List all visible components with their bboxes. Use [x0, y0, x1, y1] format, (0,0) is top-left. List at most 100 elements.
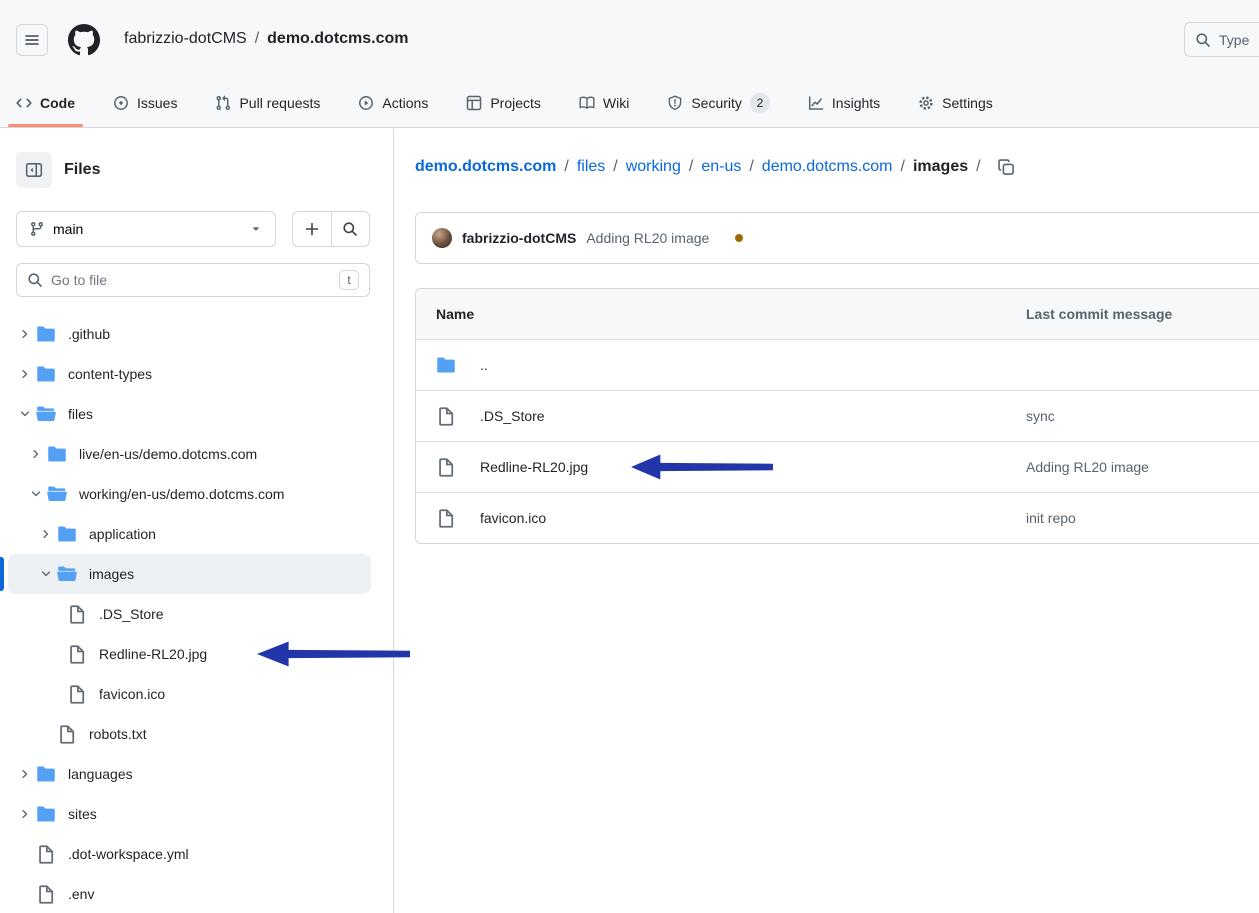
- folder-icon: [57, 524, 77, 544]
- tree-item-label: images: [89, 566, 134, 582]
- folder-open-icon: [36, 404, 56, 424]
- tree-item-label: .env: [68, 886, 94, 902]
- file-icon: [436, 508, 456, 528]
- tab-projects[interactable]: Projects: [454, 79, 553, 127]
- branch-selector[interactable]: main: [16, 211, 276, 247]
- go-to-file-input[interactable]: [51, 272, 331, 288]
- last-commit-message[interactable]: Adding RL20 image: [1026, 459, 1259, 475]
- tree-item-env[interactable]: .env: [0, 874, 393, 913]
- folder-icon: [436, 355, 456, 375]
- add-file-button[interactable]: [293, 212, 332, 246]
- search-icon: [342, 221, 358, 237]
- projects-table-icon: [466, 95, 482, 111]
- commit-author-avatar[interactable]: [432, 228, 452, 248]
- tab-label: Settings: [942, 95, 993, 111]
- search-icon: [27, 272, 43, 288]
- tree-item-languages[interactable]: languages: [0, 754, 393, 794]
- repo-context-breadcrumb: fabrizzio-dotCMS / demo.dotcms.com: [124, 30, 409, 48]
- global-search-input[interactable]: Type: [1184, 22, 1259, 57]
- copy-path-icon[interactable]: [997, 158, 1015, 176]
- tree-item-working-en-us[interactable]: working/en-us/demo.dotcms.com: [0, 474, 393, 514]
- commit-message[interactable]: Adding RL20 image: [586, 230, 709, 246]
- breadcrumb-current-images: images: [913, 158, 968, 176]
- tab-issues[interactable]: Issues: [101, 79, 189, 127]
- table-row-ds-store[interactable]: .DS_Store sync: [416, 390, 1259, 441]
- tree-item-sites[interactable]: sites: [0, 794, 393, 834]
- breadcrumb-separator: /: [564, 158, 568, 176]
- commit-status-pending-icon[interactable]: [735, 234, 743, 242]
- breadcrumb-working[interactable]: working: [626, 158, 681, 176]
- tree-item-ds-store[interactable]: .DS_Store: [0, 594, 393, 634]
- repo-name-link[interactable]: demo.dotcms.com: [267, 30, 408, 48]
- table-row-favicon[interactable]: favicon.ico init repo: [416, 492, 1259, 543]
- file-name[interactable]: ..: [480, 357, 488, 373]
- tree-item-label: .DS_Store: [99, 606, 164, 622]
- file-list-table: Name Last commit message .. .DS_Store sy…: [415, 288, 1259, 544]
- github-logo-icon[interactable]: [68, 24, 100, 56]
- search-files-button[interactable]: [332, 212, 370, 246]
- tab-security[interactable]: Security 2: [655, 79, 782, 127]
- tree-item-images-selected[interactable]: images: [0, 554, 393, 594]
- file-icon: [36, 844, 56, 864]
- breadcrumb-demo-dotcms[interactable]: demo.dotcms.com: [762, 158, 893, 176]
- file-actions-group: [292, 211, 370, 247]
- tab-label: Insights: [832, 95, 880, 111]
- tree-item-label: live/en-us/demo.dotcms.com: [79, 446, 257, 462]
- tree-item-label: favicon.ico: [99, 686, 165, 702]
- breadcrumb-separator: /: [255, 30, 259, 48]
- latest-commit-bar: fabrizzio-dotCMS Adding RL20 image: [415, 212, 1259, 264]
- tree-item-label: files: [68, 406, 93, 422]
- tree-item-redline-rl20[interactable]: Redline-RL20.jpg: [0, 634, 393, 674]
- tree-item-label: languages: [68, 766, 133, 782]
- breadcrumb-files[interactable]: files: [577, 158, 605, 176]
- tree-item-label: .dot-workspace.yml: [68, 846, 189, 862]
- file-icon: [67, 684, 87, 704]
- files-sidebar: Files main t: [0, 129, 394, 913]
- git-branch-icon: [29, 221, 45, 237]
- file-name[interactable]: Redline-RL20.jpg: [480, 459, 588, 475]
- collapse-sidebar-button[interactable]: [16, 152, 52, 188]
- tree-item-content-types[interactable]: content-types: [0, 354, 393, 394]
- folder-open-icon: [57, 564, 77, 584]
- tab-wiki[interactable]: Wiki: [567, 79, 641, 127]
- table-header-row: Name Last commit message: [416, 289, 1259, 339]
- breadcrumb-repo-root[interactable]: demo.dotcms.com: [415, 158, 556, 176]
- wiki-book-icon: [579, 95, 595, 111]
- file-name[interactable]: .DS_Store: [480, 408, 545, 424]
- security-shield-icon: [667, 95, 683, 111]
- last-commit-message[interactable]: sync: [1026, 408, 1259, 424]
- tree-item-application[interactable]: application: [0, 514, 393, 554]
- panel-collapse-icon: [25, 161, 43, 179]
- breadcrumb-separator: /: [613, 158, 617, 176]
- tab-code[interactable]: Code: [4, 79, 87, 127]
- hamburger-menu-button[interactable]: [16, 24, 48, 56]
- table-row-parent-dir[interactable]: ..: [416, 339, 1259, 390]
- commit-author-name[interactable]: fabrizzio-dotCMS: [462, 230, 576, 246]
- breadcrumb-en-us[interactable]: en-us: [701, 158, 741, 176]
- site-header: fabrizzio-dotCMS / demo.dotcms.com Type …: [0, 0, 1259, 128]
- tab-insights[interactable]: Insights: [796, 79, 892, 127]
- caret-down-icon: [249, 222, 263, 236]
- pull-request-icon: [215, 95, 231, 111]
- tree-item-favicon[interactable]: favicon.ico: [0, 674, 393, 714]
- chevron-right-icon: [25, 448, 47, 460]
- tree-item-robots-txt[interactable]: robots.txt: [0, 714, 393, 754]
- tree-item-github[interactable]: .github: [0, 314, 393, 354]
- github-repo-file-browser: fabrizzio-dotCMS / demo.dotcms.com Type …: [0, 0, 1259, 913]
- tab-label: Pull requests: [239, 95, 320, 111]
- chevron-right-icon: [35, 528, 57, 540]
- last-commit-message[interactable]: init repo: [1026, 510, 1259, 526]
- tree-item-files[interactable]: files: [0, 394, 393, 434]
- tab-pull-requests[interactable]: Pull requests: [203, 79, 332, 127]
- tree-item-live-en-us[interactable]: live/en-us/demo.dotcms.com: [0, 434, 393, 474]
- file-name[interactable]: favicon.ico: [480, 510, 546, 526]
- repo-owner-link[interactable]: fabrizzio-dotCMS: [124, 30, 247, 48]
- tab-label: Code: [40, 95, 75, 111]
- tab-label: Security: [691, 95, 742, 111]
- tab-settings[interactable]: Settings: [906, 79, 1005, 127]
- tab-actions[interactable]: Actions: [346, 79, 440, 127]
- tree-item-dot-workspace[interactable]: .dot-workspace.yml: [0, 834, 393, 874]
- folder-icon: [36, 324, 56, 344]
- table-row-redline-rl20[interactable]: Redline-RL20.jpg Adding RL20 image: [416, 441, 1259, 492]
- chevron-right-icon: [14, 328, 36, 340]
